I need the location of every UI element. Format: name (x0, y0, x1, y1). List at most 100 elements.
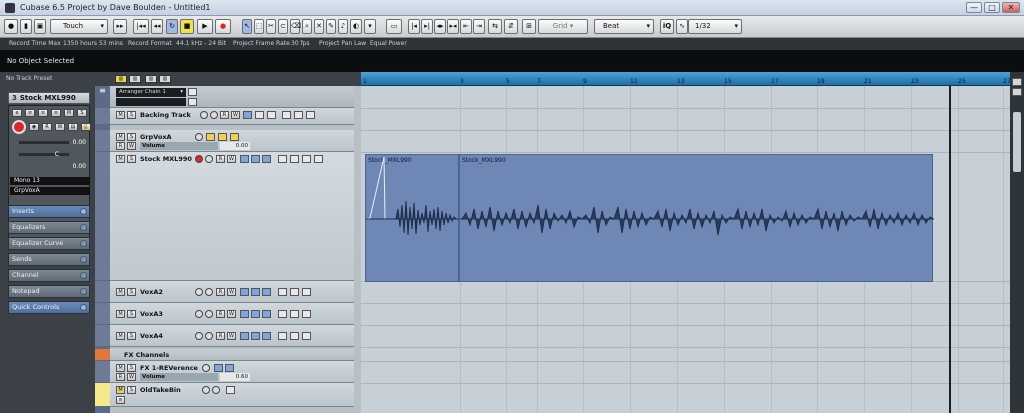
track-voxa3[interactable]: M S VoxA3 R W (95, 303, 354, 325)
glue-tool-button[interactable]: ⊂ (278, 19, 288, 34)
inserts-icon[interactable] (251, 155, 260, 163)
lock-icon[interactable] (290, 288, 299, 296)
read-automation-icon[interactable] (206, 133, 215, 141)
track-grpvoxa[interactable]: M S GrpVoxA R W Volume 0.00 (95, 130, 354, 152)
mute-button[interactable]: M (116, 155, 125, 163)
edit-channel-icon[interactable] (240, 288, 249, 296)
project-end-marker[interactable] (949, 86, 951, 413)
monitor-button[interactable] (205, 155, 213, 163)
track-preset-label[interactable]: No Track Preset (0, 72, 95, 86)
folder-icon[interactable] (230, 133, 239, 141)
write-button[interactable]: W (227, 155, 236, 163)
eq-icon[interactable] (262, 288, 271, 296)
power-icon[interactable] (80, 272, 87, 279)
trim-end-button[interactable]: ▸◂ (447, 19, 459, 34)
power-icon[interactable] (80, 256, 87, 263)
lock-icon[interactable] (290, 155, 299, 163)
write-button[interactable]: W (227, 288, 236, 296)
pan-value[interactable]: C (55, 151, 59, 158)
snap-type-select[interactable]: Beat ▾ (594, 19, 654, 34)
inserts-icon[interactable] (251, 332, 260, 340)
write-button[interactable]: W (231, 111, 240, 119)
automation-write-button[interactable]: W (127, 142, 136, 150)
lanes-icon[interactable] (278, 310, 287, 318)
record-enable-button[interactable] (195, 288, 203, 296)
object-selection-tool-button[interactable]: ↖ (242, 19, 252, 34)
maximize-button[interactable]: □ (984, 2, 1000, 13)
pan-slider[interactable] (19, 153, 69, 156)
arranger-chain-select[interactable]: Arranger Chain 1 ▾ (116, 88, 186, 97)
automation-param-value[interactable]: 0.60 (220, 373, 250, 381)
lanes-icon[interactable] (278, 155, 287, 163)
color-tool-button[interactable]: ◐ (350, 19, 362, 34)
eq-icon[interactable] (262, 155, 271, 163)
edit-channel-icon[interactable] (243, 111, 252, 119)
read-button[interactable]: R (216, 310, 225, 318)
timebase-icon[interactable] (302, 155, 311, 163)
track-name[interactable]: VoxA4 (140, 332, 163, 340)
inspector-section-quick-controls[interactable]: Quick Controls (8, 301, 90, 314)
timebase-icon[interactable] (302, 310, 311, 318)
draw-tool-button[interactable]: ✎ (326, 19, 336, 34)
edit-channel-icon[interactable] (240, 332, 249, 340)
arranger-activate-button[interactable] (188, 98, 197, 106)
inspector-section-inserts[interactable]: Inserts (8, 205, 90, 218)
track-view-toggle[interactable]: ▥ (129, 75, 141, 83)
track-voxa4[interactable]: M S VoxA4 R W (95, 325, 354, 347)
track-view-toggle[interactable]: ▥ (159, 75, 171, 83)
inspector-section-channel[interactable]: Channel (8, 269, 90, 282)
lock-icon[interactable] (290, 310, 299, 318)
automation-param-field[interactable]: Volume (140, 142, 218, 150)
solo-button[interactable]: S (127, 111, 136, 119)
edit-button[interactable]: e (12, 109, 22, 117)
lock-icon[interactable] (290, 332, 299, 340)
bypass-sends-button[interactable]: ≡ (51, 109, 61, 117)
record-enable-button[interactable] (195, 155, 203, 163)
constrain-delay-button[interactable]: ▮ (20, 19, 32, 34)
eq-icon[interactable] (267, 111, 276, 119)
automation-write-button[interactable]: W (127, 373, 136, 381)
track-backing[interactable]: M S Backing Track R W (95, 108, 354, 125)
write-button[interactable]: W (227, 310, 236, 318)
close-button[interactable]: ✕ (1002, 2, 1020, 13)
mute-button[interactable]: M (116, 310, 125, 318)
monitor-button[interactable] (210, 111, 218, 119)
mute-button[interactable]: M (116, 288, 125, 296)
zoom-in-button[interactable] (1012, 78, 1022, 86)
solo-button[interactable]: S (127, 288, 136, 296)
split-tool-button[interactable]: ✂ (266, 19, 276, 34)
fx-channels-folder[interactable]: FX Channels (95, 349, 354, 361)
zoom-out-button[interactable] (1012, 88, 1022, 96)
track-name[interactable]: VoxA3 (140, 310, 163, 318)
color-menu-button[interactable]: ▾ (364, 19, 376, 34)
inspector-section-notepad[interactable]: Notepad (8, 285, 90, 298)
quantize-preset-select[interactable]: 1/32 ▾ (688, 19, 742, 34)
bypass-inserts-button[interactable]: ≡ (25, 109, 35, 117)
eq-icon[interactable] (262, 332, 271, 340)
read-button[interactable]: R (216, 288, 225, 296)
record-enable-button[interactable] (195, 310, 203, 318)
track-voxa2[interactable]: M S VoxA2 R W (95, 281, 354, 303)
nudge-right-button[interactable]: ▸| (421, 19, 433, 34)
edit-channel-icon[interactable] (240, 155, 249, 163)
arranger-track[interactable]: ≡ Arranger Chain 1 ▾ (95, 86, 354, 108)
autoscroll-button[interactable]: ⇆ (488, 19, 502, 34)
monitor-button[interactable] (202, 386, 210, 394)
solo-button[interactable]: S (127, 133, 136, 141)
inserts-icon[interactable] (251, 310, 260, 318)
read-automation-button[interactable]: R (42, 123, 52, 131)
timeline-ruler[interactable]: 1 3 5 7 9 11 13 15 17 19 21 23 25 27 (361, 72, 1011, 86)
timebase-icon[interactable] (302, 288, 311, 296)
power-icon[interactable] (80, 224, 87, 231)
minimize-button[interactable]: — (966, 2, 982, 13)
record-enable-button[interactable] (212, 386, 220, 394)
track-name[interactable]: OldTakeBin (140, 386, 181, 394)
monitor-button[interactable]: ◉ (29, 123, 39, 131)
folder-name[interactable]: FX Channels (124, 351, 169, 359)
track-oldtakebin[interactable]: M S OldTakeBin ≡ (95, 383, 354, 407)
solo-button[interactable]: S (127, 155, 136, 163)
auto-quantize-button[interactable]: ▸▸ (113, 19, 127, 34)
nudge-left-button[interactable]: |◂ (408, 19, 420, 34)
track-name[interactable]: VoxA2 (140, 288, 163, 296)
vertical-scrollbar[interactable] (1010, 72, 1024, 413)
